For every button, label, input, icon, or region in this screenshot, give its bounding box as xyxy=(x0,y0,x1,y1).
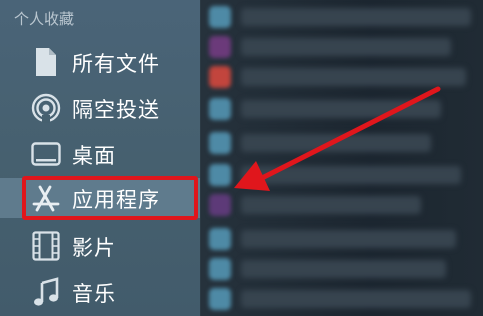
red-pointer-arrow xyxy=(234,86,441,191)
